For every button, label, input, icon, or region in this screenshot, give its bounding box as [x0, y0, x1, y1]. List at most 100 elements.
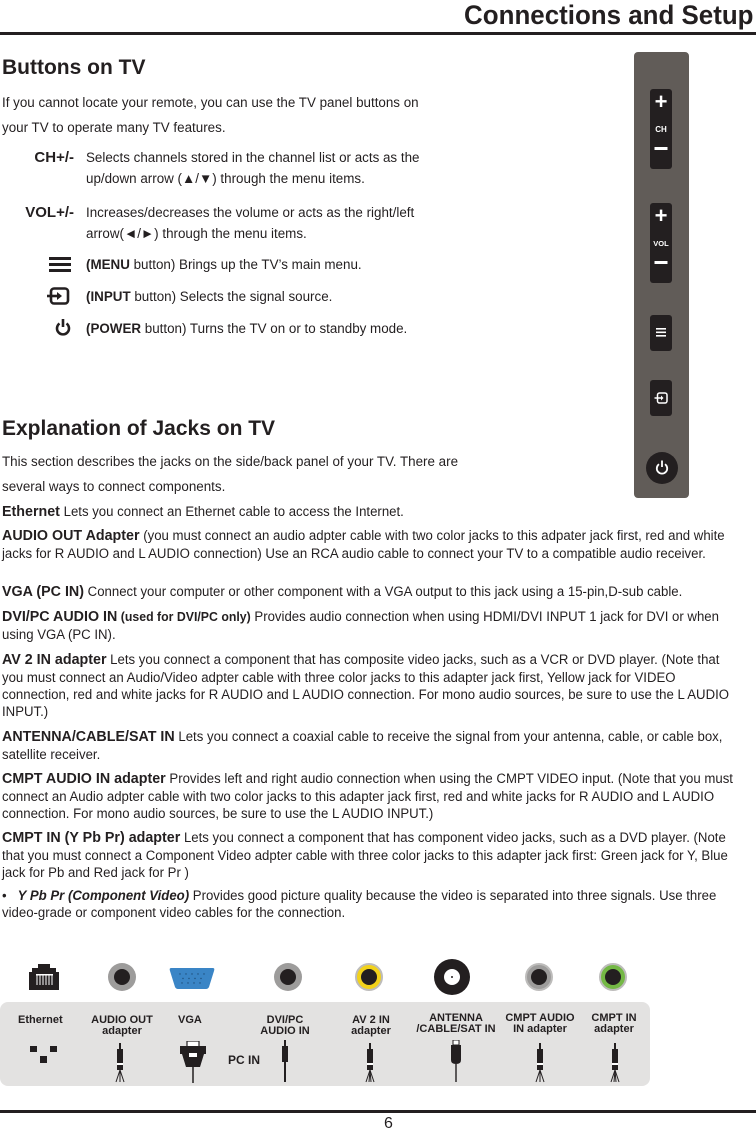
jack-desc-cmpt-in: CMPT IN (Y Pb Pr) adapter Lets you conne…: [2, 829, 743, 881]
ch-rocker-button[interactable]: + CH: [650, 89, 672, 169]
jack-desc-vga: VGA (PC IN) Connect your computer or oth…: [2, 583, 743, 601]
menu-icon: [49, 257, 71, 279]
ch-minus-icon: [654, 147, 668, 150]
jack-name-cmpt-in: CMPT IN (Y Pb Pr) adapter: [2, 830, 181, 846]
jacks-intro: This section describes the jacks on the …: [2, 449, 458, 499]
ch-key-label: CH+/-: [34, 149, 74, 166]
jack-desc-audio-out: AUDIO OUT Adapter (you must connect an a…: [2, 527, 743, 562]
label-cmpt-audio: CMPT AUDIO IN adapter: [500, 1013, 580, 1035]
label-pc-in: PC IN: [228, 1053, 261, 1067]
jack-name-ethernet: Ethernet: [2, 504, 60, 520]
jack-desc-ethernet: Ethernet Lets you connect an Ethernet ca…: [2, 503, 743, 521]
ethernet-port-icon: [28, 964, 60, 995]
buttons-intro-line1: If you cannot locate your remote, you ca…: [2, 95, 419, 110]
vol-desc-line1: Increases/decreases the volume or acts a…: [86, 205, 415, 220]
label-av2-line2: adapter: [351, 1025, 391, 1037]
tv-menu-icon: [656, 328, 666, 337]
vol-minus-icon: [654, 261, 668, 264]
jack-name-vga: VGA (PC IN): [2, 584, 85, 600]
vol-key-label: VOL+/-: [25, 204, 74, 221]
label-dvi-audio: DVI/PC AUDIO IN: [255, 1015, 315, 1037]
av2-plug-icon: [365, 1043, 375, 1083]
jack-text-vga: Connect your computer or other component…: [84, 584, 683, 599]
jack-name-audio-out: AUDIO OUT Adapter: [2, 528, 140, 544]
jacks-intro-line2: several ways to connect components.: [2, 479, 226, 494]
jack-desc-dvi-audio: DVI/PC AUDIO IN (used for DVI/PC only) P…: [2, 608, 743, 643]
label-cmpt-in-line2: adapter: [594, 1023, 634, 1035]
bullet-name: Y Pb Pr (Component Video): [17, 888, 190, 903]
ch-plus-icon: +: [654, 89, 668, 114]
button-desc-vol: VOL+/- Increases/decreases the volume or…: [0, 202, 460, 244]
ch-label: CH: [655, 125, 667, 134]
button-desc-menu: (MENU button) Brings up the TV’s main me…: [0, 254, 460, 276]
label-vga: VGA: [178, 1014, 202, 1026]
ethernet-plug-icon: [30, 1046, 58, 1069]
jacks-heading: Explanation of Jacks on TV: [2, 417, 276, 440]
cmpt-in-jack-icon: [599, 963, 627, 991]
jack-name-dvi-audio: DVI/PC AUDIO IN: [2, 609, 118, 625]
cmpt-in-plug-icon: [610, 1043, 620, 1083]
label-audio-out-line2: adapter: [102, 1025, 142, 1037]
power-bold: (POWER: [86, 321, 142, 336]
antenna-plug-icon: [451, 1040, 461, 1082]
input-bold: (INPUT: [86, 289, 131, 304]
tv-input-button[interactable]: [650, 380, 672, 416]
antenna-jack-icon: [434, 959, 470, 995]
audio-out-plug-icon: [115, 1043, 125, 1083]
bullet-mark: •: [2, 888, 7, 903]
jack-text-ethernet: Lets you connect an Ethernet cable to ac…: [59, 504, 404, 519]
power-icon: [55, 319, 71, 342]
tv-input-icon: [654, 392, 668, 404]
vol-plus-icon: +: [654, 203, 668, 228]
vga-plug-icon: [180, 1041, 206, 1083]
jack-text-av2: Lets you connect a component that has co…: [2, 652, 730, 719]
tv-power-button[interactable]: [646, 452, 678, 484]
label-antenna-line2: /CABLE/SAT IN: [416, 1023, 496, 1035]
label-audio-out: AUDIO OUT adapter: [87, 1015, 157, 1037]
tv-side-panel: + CH + VOL: [634, 52, 689, 498]
vol-rocker-button[interactable]: + VOL: [650, 203, 672, 283]
footer-divider: [0, 1110, 756, 1113]
jack-desc-antenna: ANTENNA/CABLE/SAT IN Lets you connect a …: [2, 728, 743, 763]
label-cmpt-in: CMPT IN adapter: [584, 1013, 644, 1035]
vol-desc-line2: arrow(◄/►) through the menu items.: [86, 226, 307, 241]
buttons-intro: If you cannot locate your remote, you ca…: [2, 90, 419, 140]
label-cmpt-audio-line2: IN adapter: [513, 1023, 567, 1035]
buttons-intro-line2: your TV to operate many TV features.: [2, 120, 226, 135]
audio-out-jack-icon: [108, 963, 136, 991]
jacks-intro-line1: This section describes the jacks on the …: [2, 454, 459, 469]
ch-desc-line2: up/down arrow (▲/▼) through the menu ite…: [86, 171, 365, 186]
cmpt-audio-plug-icon: [535, 1043, 545, 1083]
label-av2: AV 2 IN adapter: [343, 1015, 399, 1037]
menu-bold: (MENU: [86, 257, 130, 272]
cmpt-audio-jack-icon: [525, 963, 553, 991]
dvi-audio-plug-icon: [282, 1040, 288, 1082]
button-desc-ch: CH+/- Selects channels stored in the cha…: [0, 147, 460, 189]
jack-desc-component-video: • Y Pb Pr (Component Video) Provides goo…: [2, 887, 743, 921]
dvi-audio-jack-icon: [274, 963, 302, 991]
label-ethernet: Ethernet: [18, 1014, 63, 1026]
jack-desc-av2: AV 2 IN adapter Lets you connect a compo…: [2, 651, 743, 720]
ch-desc-line1: Selects channels stored in the channel l…: [86, 150, 420, 165]
menu-desc: button) Brings up the TV’s main menu.: [129, 257, 362, 272]
tv-menu-button[interactable]: [650, 315, 672, 351]
tv-power-icon: [655, 460, 669, 475]
jack-desc-cmpt-audio: CMPT AUDIO IN adapter Provides left and …: [2, 770, 743, 822]
av2-jack-icon: [355, 963, 383, 991]
input-desc: button) Selects the signal source.: [130, 289, 333, 304]
label-dvi-line2: AUDIO IN: [260, 1025, 310, 1037]
page-number: 6: [384, 1115, 393, 1132]
jack-name-av2: AV 2 IN adapter: [2, 652, 107, 668]
page-title: Connections and Setup: [464, 0, 754, 30]
input-icon: [46, 287, 70, 311]
jack-sub-dvi-audio: (used for DVI/PC only): [117, 610, 251, 624]
button-desc-input: (INPUT button) Selects the signal source…: [0, 286, 460, 308]
buttons-heading: Buttons on TV: [2, 56, 146, 79]
header-divider: [0, 32, 756, 35]
jack-name-cmpt-audio: CMPT AUDIO IN adapter: [2, 771, 166, 787]
power-desc: button) Turns the TV on or to standby mo…: [141, 321, 408, 336]
label-antenna: ANTENNA /CABLE/SAT IN: [411, 1013, 501, 1035]
vga-port-icon: [169, 966, 215, 995]
vol-label: VOL: [653, 239, 669, 248]
button-desc-power: (POWER button) Turns the TV on or to sta…: [0, 318, 460, 340]
